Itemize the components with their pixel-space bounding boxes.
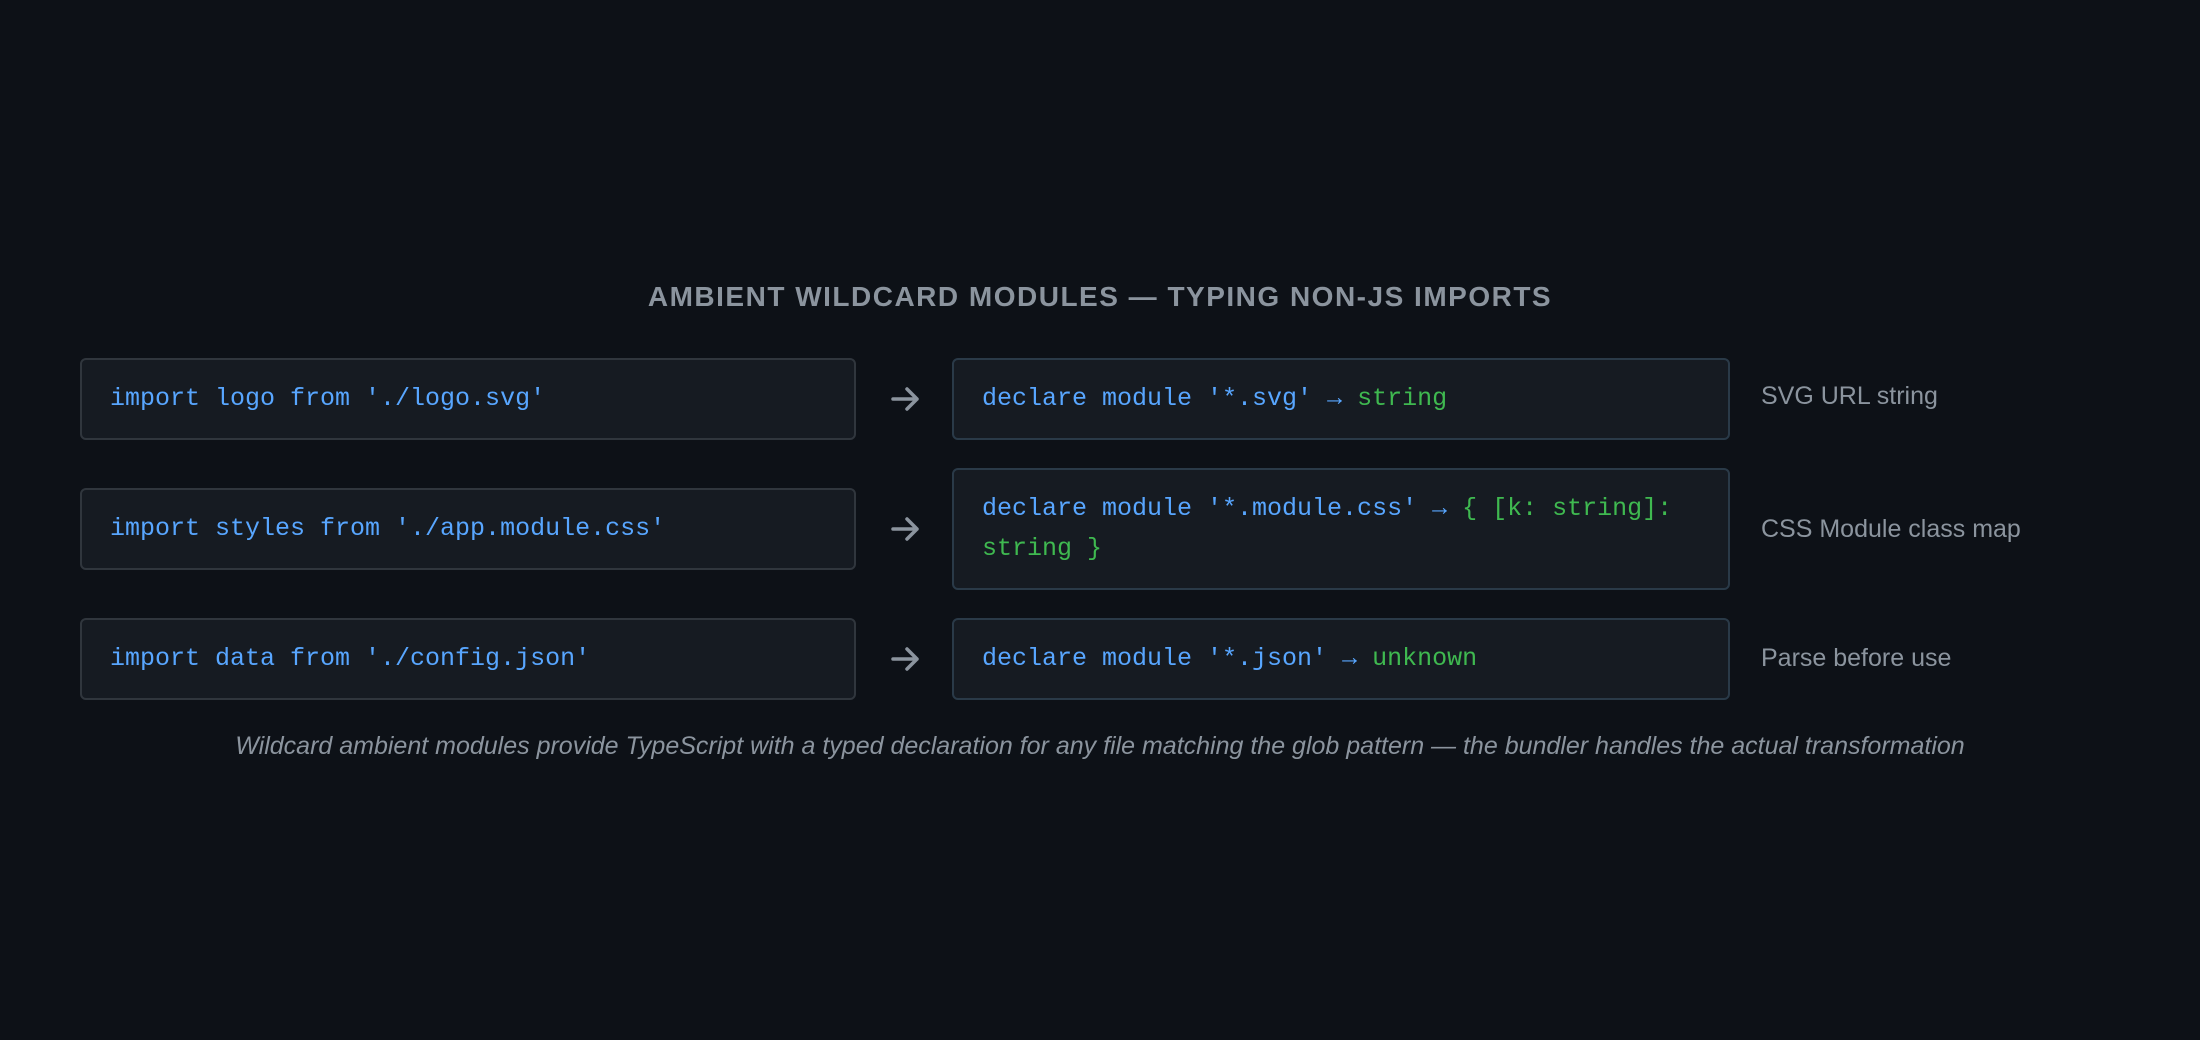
right-arrow-icon [891,647,919,671]
declaration-box-css: declare module '*.module.css' → { [k: st… [952,468,1730,590]
maps-to-arrow: → [1327,384,1343,413]
declaration-text: declare module '*.json' → unknown [982,639,1477,679]
declared-type: unknown [1372,644,1478,673]
diagram-title: AMBIENT WILDCARD MODULES — TYPING NON-JS… [647,281,1553,312]
row-description: SVG URL string [1761,382,1938,410]
declaration-box-json: declare module '*.json' → unknown [952,618,1730,700]
declare-module: declare module '*.module.css' [982,494,1418,523]
maps-to-arrow: → [1432,494,1448,523]
import-statement: import logo from './logo.svg' [110,384,546,413]
right-arrow-icon [891,387,919,411]
diagram-caption: Wildcard ambient modules provide TypeScr… [235,732,1965,760]
right-arrow-icon [891,517,919,541]
declaration-text: declare module '*.svg' → string [982,379,1447,419]
row-description: Parse before use [1761,644,1952,672]
import-box-css: import styles from './app.module.css' [80,488,856,570]
declaration-text: declare module '*.module.css' → { [k: st… [982,489,1700,569]
declare-module: declare module '*.svg' [982,384,1313,413]
declared-type: string [1357,384,1448,413]
import-statement: import styles from './app.module.css' [110,514,666,543]
row-description: CSS Module class map [1761,515,2021,543]
maps-to-arrow: → [1342,644,1358,673]
import-box-svg: import logo from './logo.svg' [80,358,856,440]
declaration-box-svg: declare module '*.svg' → string [952,358,1730,440]
import-statement: import data from './config.json' [110,644,591,673]
declare-module: declare module '*.json' [982,644,1328,673]
import-box-json: import data from './config.json' [80,618,856,700]
